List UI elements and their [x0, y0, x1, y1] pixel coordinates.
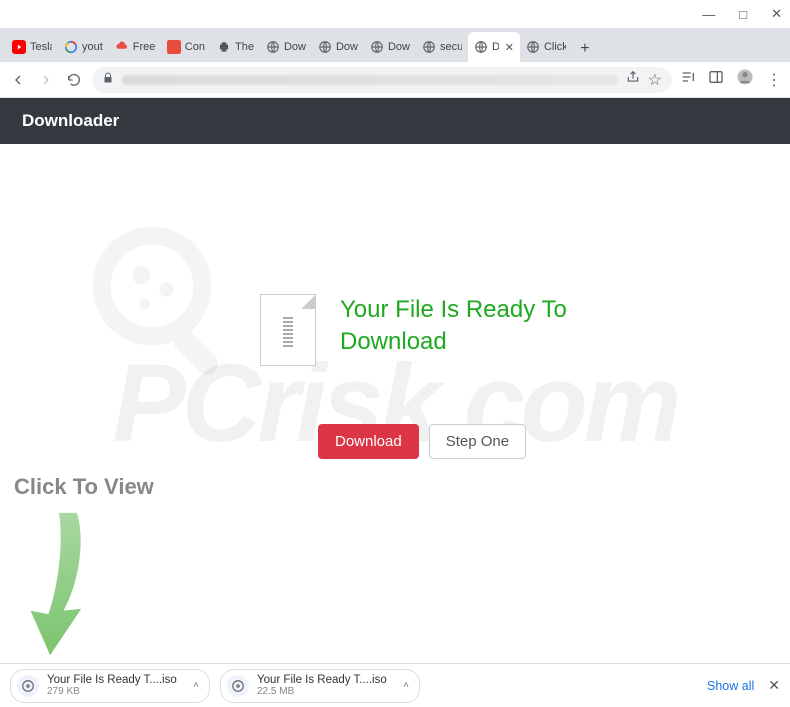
new-tab-button[interactable]: +: [572, 36, 598, 62]
tab-the[interactable]: The: [211, 32, 260, 62]
tab-label: Tesla: [30, 41, 52, 53]
globe-icon: [266, 40, 280, 54]
download-filename: Your File Is Ready T....iso: [47, 674, 177, 687]
disc-icon: [227, 675, 249, 697]
step-one-button[interactable]: Step One: [429, 424, 526, 459]
tab-tesla[interactable]: Tesla: [6, 32, 58, 62]
tab-download-1[interactable]: Dow: [260, 32, 312, 62]
chevron-up-icon[interactable]: ˄: [403, 680, 409, 691]
file-ready-block: Your File Is Ready To Download: [260, 294, 600, 366]
ready-heading: Your File Is Ready To Download: [340, 294, 600, 359]
tab-label: Con: [185, 41, 205, 53]
profile-icon[interactable]: [736, 68, 754, 91]
tab-label: D: [492, 41, 499, 53]
close-shelf-button[interactable]: ✕: [768, 677, 780, 694]
page-header: Downloader: [0, 98, 790, 144]
show-all-downloads-button[interactable]: Show all: [707, 679, 754, 693]
tab-label: secu: [440, 41, 462, 53]
download-item[interactable]: Your File Is Ready T....iso 22.5 MB ˄: [220, 669, 420, 703]
page-content: PCrisk.com Your File Is Ready To Downloa…: [0, 144, 790, 662]
forward-button[interactable]: [36, 70, 56, 90]
back-button[interactable]: [8, 70, 28, 90]
tab-label: Dow: [388, 41, 410, 53]
window-maximize-button[interactable]: □: [739, 7, 747, 22]
address-bar: ☆ ⋮: [0, 62, 790, 98]
chevron-up-icon[interactable]: ˄: [193, 680, 199, 691]
tab-label: Dow: [336, 41, 358, 53]
url-text: [122, 75, 618, 85]
tab-secure[interactable]: secu: [416, 32, 468, 62]
download-filename: Your File Is Ready T....iso: [257, 674, 387, 687]
window-minimize-button[interactable]: —: [702, 7, 715, 22]
side-panel-icon[interactable]: [708, 69, 724, 90]
google-icon: [64, 40, 78, 54]
download-button[interactable]: Download: [318, 424, 419, 459]
tab-label: Click: [544, 41, 566, 53]
app-icon: [167, 40, 181, 54]
globe-icon: [422, 40, 436, 54]
cloud-icon: [115, 40, 129, 54]
action-buttons: Download Step One: [318, 424, 526, 459]
window-controls: — □ ✕: [0, 0, 790, 28]
globe-icon: [318, 40, 332, 54]
arrow-down-icon: [14, 504, 104, 662]
tab-youtube[interactable]: yout: [58, 32, 109, 62]
tab-label: Free: [133, 41, 155, 53]
tab-click[interactable]: Click: [520, 32, 572, 62]
globe-icon: [526, 40, 540, 54]
url-input[interactable]: ☆: [92, 67, 672, 93]
share-icon[interactable]: [626, 70, 640, 89]
toolbar-icons: ⋮: [680, 68, 782, 91]
download-filesize: 279 KB: [47, 686, 177, 697]
tab-free[interactable]: Free: [109, 32, 161, 62]
page-title: Downloader: [22, 111, 119, 131]
youtube-icon: [12, 40, 26, 54]
globe-icon: [370, 40, 384, 54]
printer-icon: [217, 40, 231, 54]
bookmark-icon[interactable]: ☆: [648, 70, 662, 90]
tab-label: The: [235, 41, 254, 53]
click-to-view-label: Click To View: [14, 474, 154, 500]
menu-icon[interactable]: ⋮: [766, 70, 782, 90]
globe-icon: [474, 40, 488, 54]
reload-button[interactable]: [64, 70, 84, 90]
tab-con[interactable]: Con: [161, 32, 211, 62]
download-shelf: Your File Is Ready T....iso 279 KB ˄ You…: [0, 663, 790, 707]
tab-download-2[interactable]: Dow: [312, 32, 364, 62]
tab-download-3[interactable]: Dow: [364, 32, 416, 62]
tab-label: yout: [82, 41, 103, 53]
disc-icon: [17, 675, 39, 697]
zip-file-icon: [260, 294, 316, 366]
window-close-button[interactable]: ✕: [771, 6, 782, 22]
tab-label: Dow: [284, 41, 306, 53]
tab-close-icon[interactable]: ✕: [505, 41, 514, 54]
reading-list-icon[interactable]: [680, 69, 696, 90]
tab-active-downloader[interactable]: D ✕: [468, 32, 520, 62]
click-to-view: Click To View: [14, 474, 154, 662]
download-filesize: 22.5 MB: [257, 686, 387, 697]
tab-strip: Tesla yout Free Con The Dow Dow Dow secu…: [0, 28, 790, 62]
lock-icon: [102, 71, 114, 89]
download-item[interactable]: Your File Is Ready T....iso 279 KB ˄: [10, 669, 210, 703]
